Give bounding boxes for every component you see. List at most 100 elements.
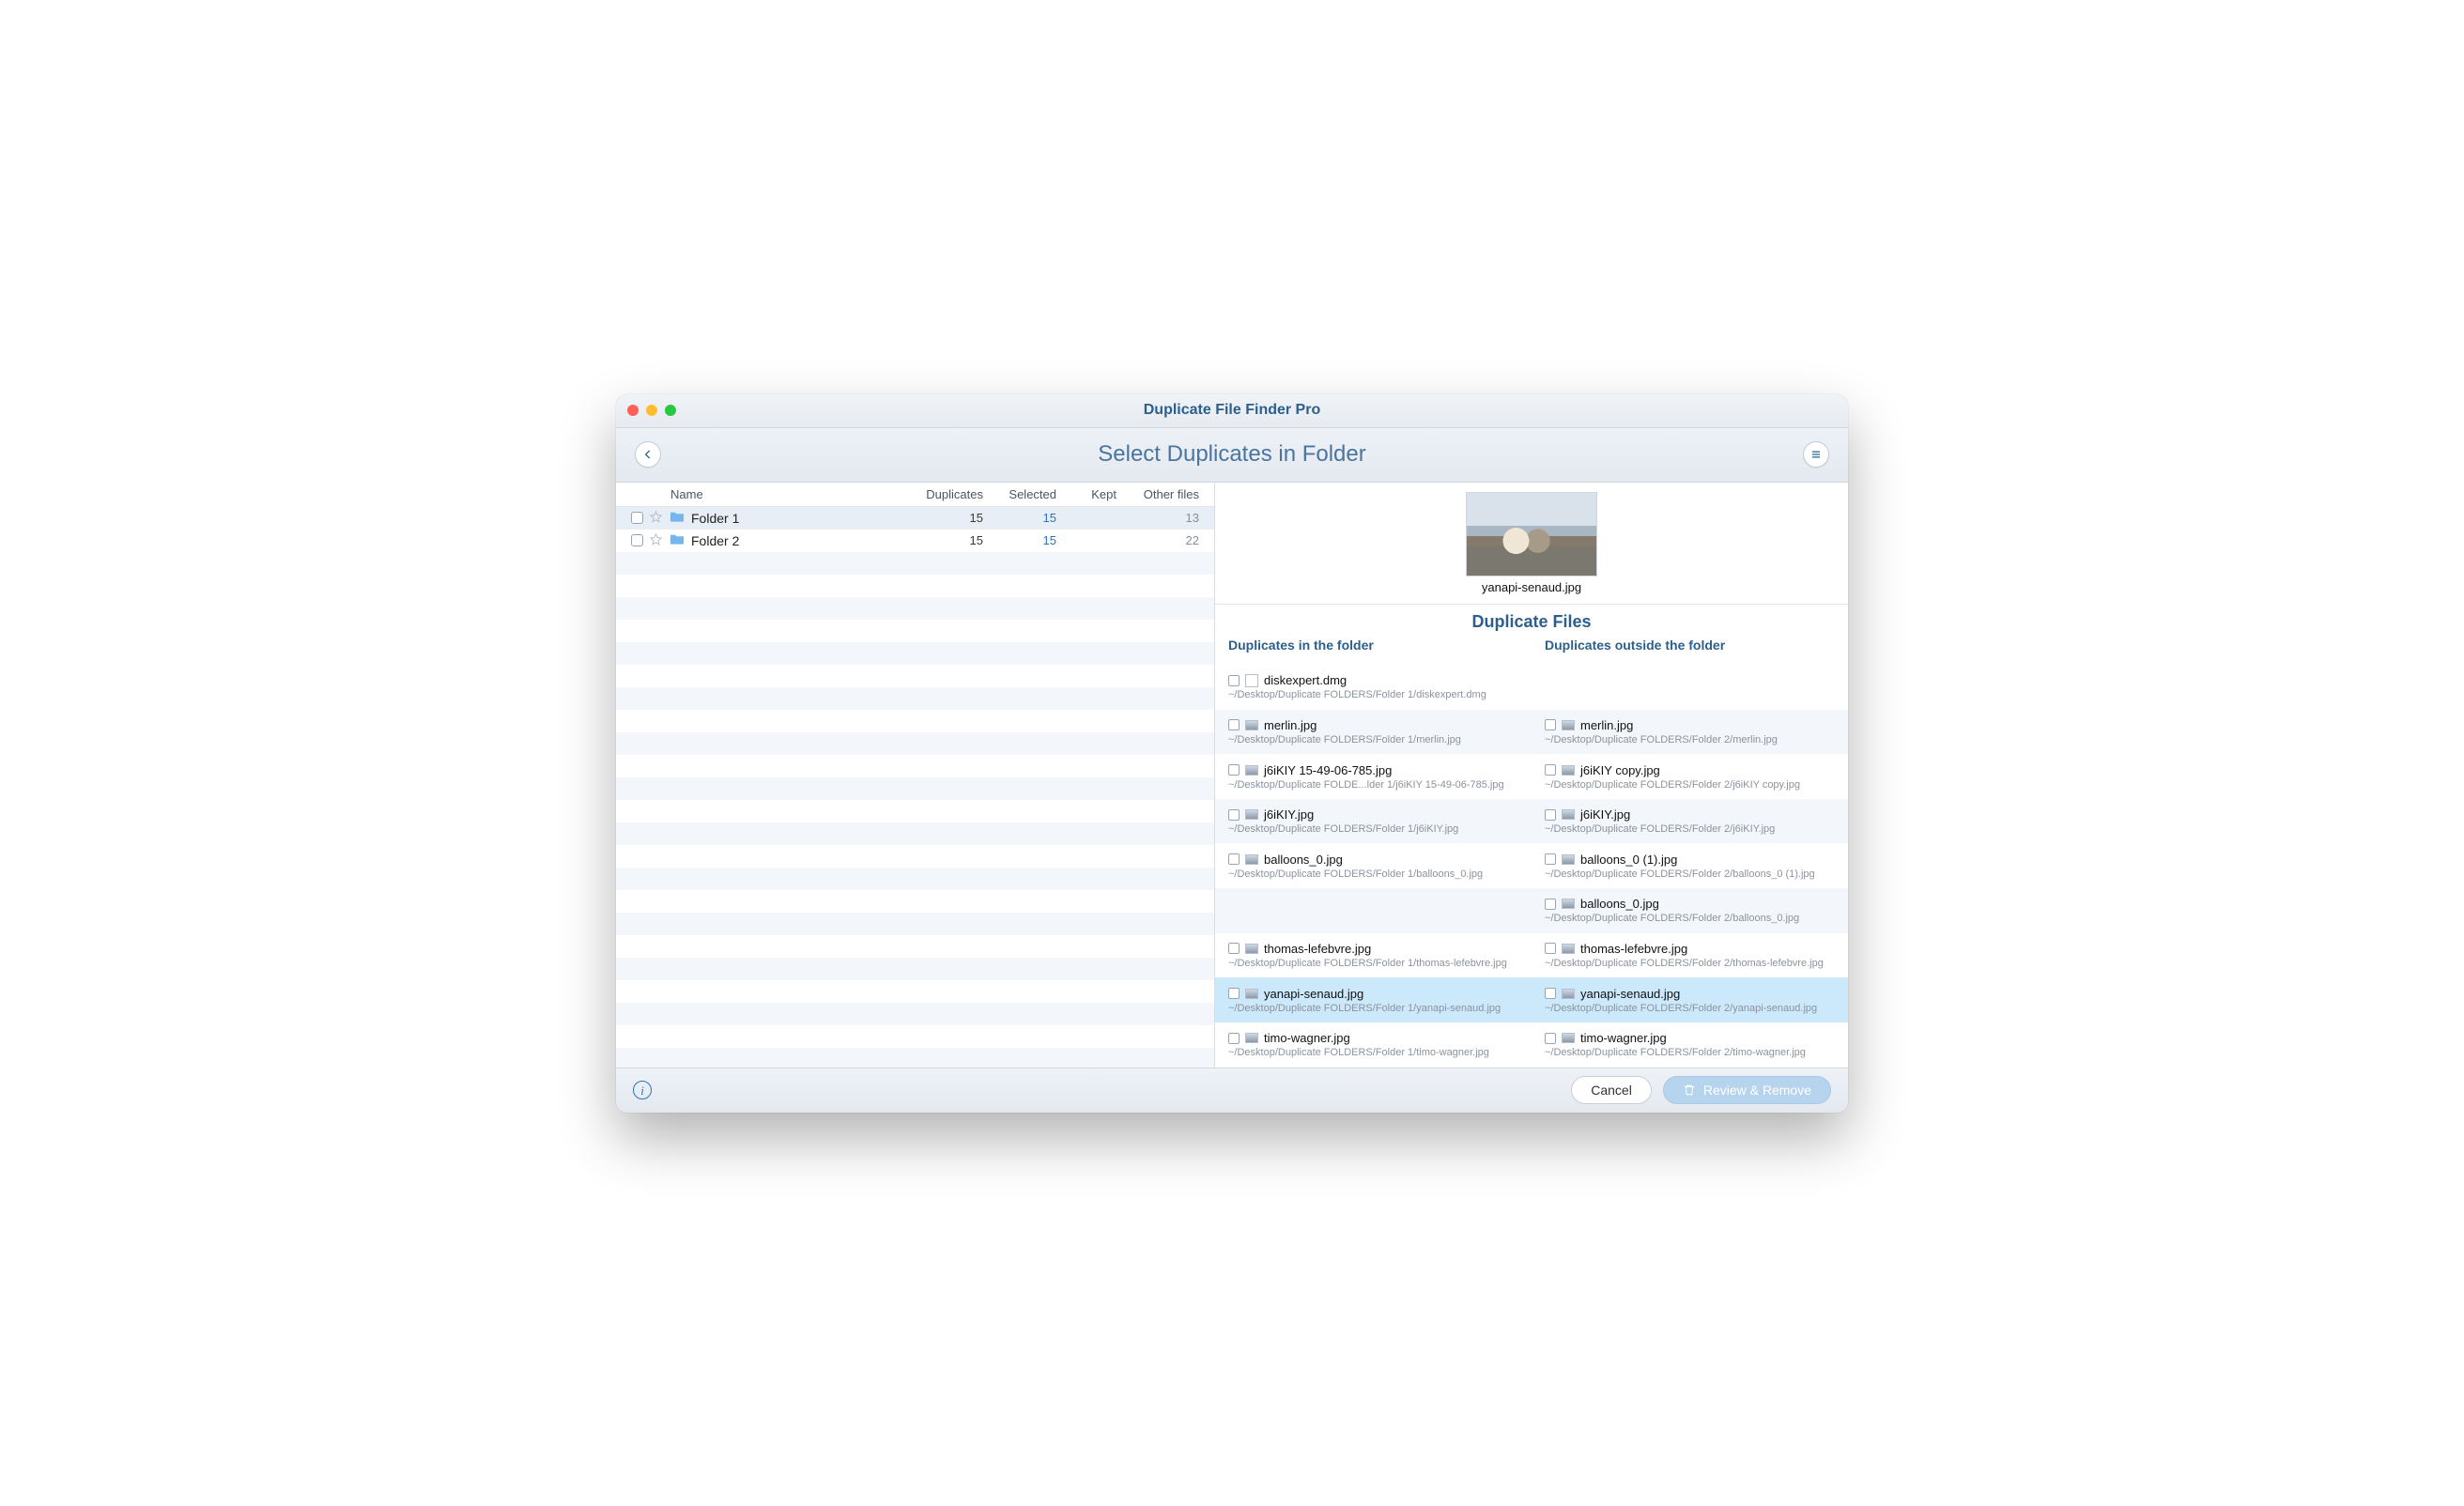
- checkbox[interactable]: [1545, 988, 1556, 999]
- file-item[interactable]: j6iKIY.jpg~/Desktop/Duplicate FOLDERS/Fo…: [1215, 799, 1532, 844]
- file-item[interactable]: timo-wagner.jpg~/Desktop/Duplicate FOLDE…: [1532, 1022, 1848, 1068]
- file-item[interactable]: merlin.jpg~/Desktop/Duplicate FOLDERS/Fo…: [1532, 710, 1848, 755]
- folder-name: Folder 2: [691, 533, 739, 548]
- col-selected[interactable]: Selected: [983, 487, 1056, 501]
- image-icon: [1245, 765, 1258, 776]
- footer: i Cancel Review & Remove: [616, 1068, 1848, 1113]
- toolbar: Select Duplicates in Folder: [616, 428, 1848, 483]
- cancel-label: Cancel: [1591, 1083, 1632, 1098]
- file-name: merlin.jpg: [1580, 718, 1633, 732]
- folder-icon: [669, 510, 685, 526]
- image-icon: [1245, 944, 1258, 954]
- image-icon: [1245, 809, 1258, 820]
- file-item[interactable]: j6iKIY.jpg~/Desktop/Duplicate FOLDERS/Fo…: [1532, 799, 1848, 844]
- back-button[interactable]: [635, 441, 661, 468]
- window-title: Duplicate File Finder Pro: [616, 402, 1848, 419]
- close-icon[interactable]: [627, 405, 639, 416]
- cell-duplicates: 15: [904, 511, 983, 525]
- checkbox[interactable]: [1228, 943, 1240, 954]
- col-name[interactable]: Name: [631, 487, 904, 501]
- file-item[interactable]: yanapi-senaud.jpg ~/Desktop/Duplicate FOL…: [1215, 977, 1532, 1022]
- col-kept[interactable]: Kept: [1056, 487, 1116, 501]
- folder-table-body: Folder 1151513Folder 2151522: [616, 507, 1214, 1068]
- file-item[interactable]: merlin.jpg~/Desktop/Duplicate FOLDERS/Fo…: [1215, 710, 1532, 755]
- file-item[interactable]: [1215, 888, 1532, 933]
- checkbox[interactable]: [1545, 899, 1556, 910]
- checkbox[interactable]: [1228, 764, 1240, 776]
- checkbox[interactable]: [1228, 1033, 1240, 1044]
- info-button[interactable]: i: [633, 1081, 652, 1099]
- checkbox[interactable]: [1545, 809, 1556, 821]
- star-icon[interactable]: [649, 510, 663, 527]
- menu-button[interactable]: [1803, 441, 1829, 468]
- file-item[interactable]: thomas-lefebvre.jpg~/Desktop/Duplicate F…: [1532, 933, 1848, 978]
- file-name: yanapi-senaud.jpg: [1264, 987, 1363, 1001]
- checkbox[interactable]: [1545, 1033, 1556, 1044]
- file-path: ~/Desktop/Duplicate FOLDERS/Folder 1/tho…: [1228, 958, 1518, 969]
- col-other[interactable]: Other files: [1116, 487, 1199, 501]
- checkbox[interactable]: [1228, 988, 1240, 999]
- file-path: ~/Desktop/Duplicate FOLDERS/Folder 2/yan…: [1545, 1003, 1835, 1014]
- image-icon: [1562, 899, 1575, 909]
- file-preview: yanapi-senaud.jpg: [1215, 483, 1848, 605]
- folder-panel: Name Duplicates Selected Kept Other file…: [616, 483, 1215, 1068]
- checkbox[interactable]: [1228, 719, 1240, 730]
- menu-icon: [1810, 448, 1823, 461]
- folder-icon: [669, 532, 685, 548]
- chevron-left-icon: [641, 448, 654, 461]
- image-icon: [1562, 989, 1575, 999]
- file-item[interactable]: balloons_0 (1).jpg~/Desktop/Duplicate FO…: [1532, 843, 1848, 888]
- app-window: Duplicate File Finder Pro Select Duplica…: [616, 394, 1848, 1113]
- file-item[interactable]: [1532, 665, 1848, 710]
- cell-other: 13: [1116, 511, 1199, 525]
- file-name: timo-wagner.jpg: [1264, 1031, 1350, 1045]
- window-controls: [627, 405, 676, 416]
- checkbox[interactable]: [1228, 675, 1240, 686]
- col-duplicates[interactable]: Duplicates: [904, 487, 983, 501]
- file-name: j6iKIY.jpg: [1580, 807, 1630, 822]
- file-path: ~/Desktop/Duplicate FOLDERS/Folder 1/mer…: [1228, 734, 1518, 745]
- cell-selected[interactable]: 15: [983, 511, 1056, 525]
- file-name: yanapi-senaud.jpg: [1580, 987, 1680, 1001]
- file-name: balloons_0.jpg: [1580, 897, 1659, 911]
- review-remove-label: Review & Remove: [1703, 1083, 1811, 1098]
- col-in-folder: Duplicates in the folder: [1215, 634, 1532, 666]
- folder-row[interactable]: Folder 1 1515 13: [616, 507, 1214, 530]
- preview-filename: yanapi-senaud.jpg: [1482, 580, 1581, 594]
- minimize-icon[interactable]: [646, 405, 657, 416]
- file-name: balloons_0.jpg: [1264, 853, 1343, 867]
- checkbox[interactable]: [1545, 719, 1556, 730]
- checkbox[interactable]: [1228, 809, 1240, 821]
- folder-name: Folder 1: [691, 511, 739, 526]
- file-item[interactable]: timo-wagner.jpg~/Desktop/Duplicate FOLDE…: [1215, 1022, 1532, 1068]
- folder-row[interactable]: Folder 2151522: [616, 530, 1214, 552]
- zoom-icon[interactable]: [665, 405, 676, 416]
- image-icon: [1245, 1033, 1258, 1043]
- review-remove-button[interactable]: Review & Remove: [1663, 1076, 1831, 1104]
- file-item[interactable]: j6iKIY copy.jpg~/Desktop/Duplicate FOLDE…: [1532, 754, 1848, 799]
- cancel-button[interactable]: Cancel: [1571, 1076, 1652, 1104]
- file-item[interactable]: j6iKIY 15-49-06-785.jpg~/Desktop/Duplica…: [1215, 754, 1532, 799]
- image-icon: [1245, 854, 1258, 865]
- duplicate-files-title: Duplicate Files: [1215, 605, 1848, 634]
- checkbox[interactable]: [1228, 853, 1240, 865]
- image-icon: [1562, 854, 1575, 865]
- preview-thumbnail: [1466, 492, 1597, 576]
- checkbox[interactable]: [1545, 853, 1556, 865]
- file-path: ~/Desktop/Duplicate FOLDERS/Folder 1/yan…: [1228, 1003, 1518, 1014]
- star-icon[interactable]: [649, 532, 663, 549]
- checkbox[interactable]: [631, 534, 643, 546]
- checkbox[interactable]: [631, 512, 643, 524]
- duplicate-columns: Duplicates in the folder Duplicates outs…: [1215, 634, 1848, 1068]
- file-item[interactable]: thomas-lefebvre.jpg~/Desktop/Duplicate F…: [1215, 933, 1532, 978]
- file-path: ~/Desktop/Duplicate FOLDERS/Folder 2/bal…: [1545, 868, 1835, 880]
- file-item[interactable]: diskexpert.dmg~/Desktop/Duplicate FOLDER…: [1215, 665, 1532, 710]
- cell-selected[interactable]: 15: [983, 533, 1056, 547]
- file-path: ~/Desktop/Duplicate FOLDERS/Folder 2/bal…: [1545, 913, 1835, 924]
- file-item[interactable]: balloons_0.jpg ~/Desktop/Duplicate FOLDER…: [1532, 888, 1848, 933]
- checkbox[interactable]: [1545, 943, 1556, 954]
- file-item[interactable]: balloons_0.jpg~/Desktop/Duplicate FOLDER…: [1215, 843, 1532, 888]
- titlebar: Duplicate File Finder Pro: [616, 394, 1848, 428]
- checkbox[interactable]: [1545, 764, 1556, 776]
- file-item[interactable]: yanapi-senaud.jpg ~/Desktop/Duplicate FOL…: [1532, 977, 1848, 1022]
